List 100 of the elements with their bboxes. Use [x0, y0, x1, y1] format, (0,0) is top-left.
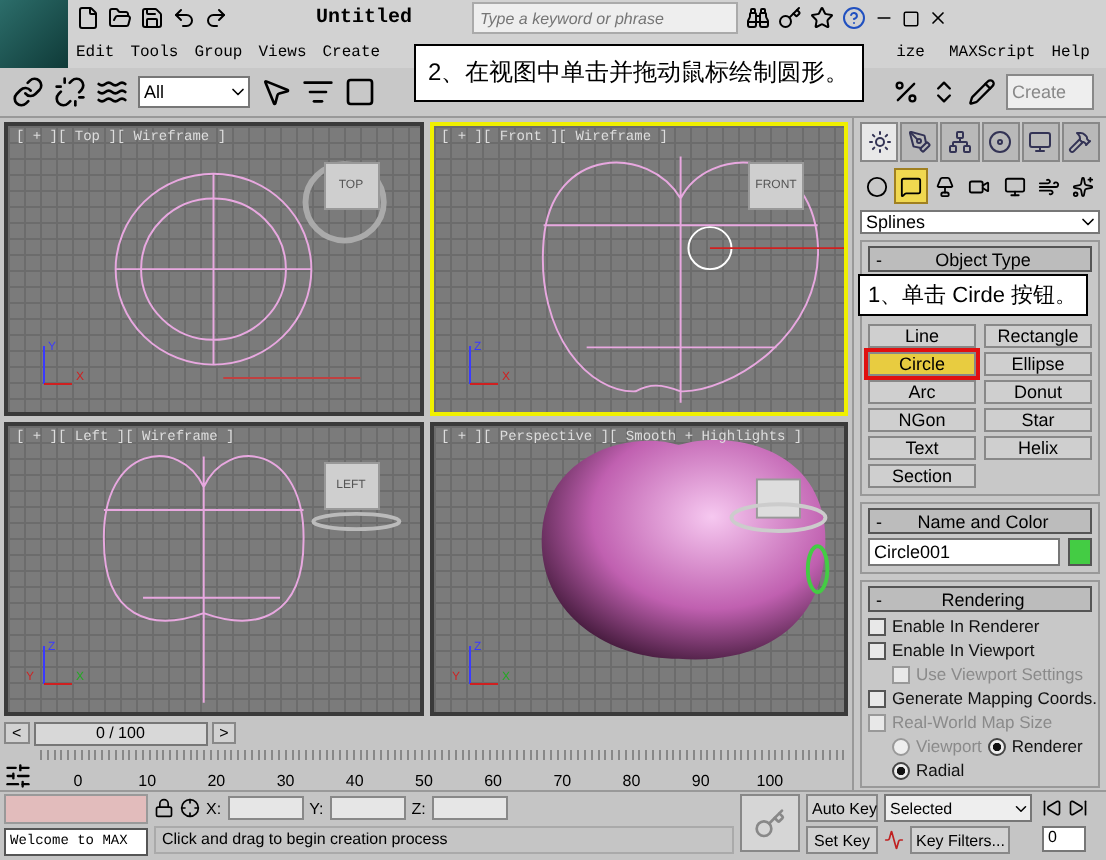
coordinate-mode-icon[interactable]	[180, 798, 200, 818]
callout-note: 1、单击 Cirde 按钮。	[858, 274, 1088, 316]
menu-item[interactable]: Edit	[76, 43, 115, 61]
rollout-header[interactable]: - Name and Color	[868, 508, 1092, 534]
checkbox[interactable]	[868, 689, 886, 707]
coordinate-label: Z:	[411, 799, 426, 817]
unlink-icon[interactable]	[54, 76, 86, 108]
object-type-button[interactable]: NGon	[868, 408, 976, 432]
rollout-header[interactable]: - Object Type	[868, 246, 1092, 272]
previous-frame-button[interactable]: <	[4, 722, 30, 745]
key-mode-dropdown[interactable]: Selected	[884, 794, 1032, 822]
object-type-button[interactable]: Rectangle	[984, 324, 1092, 348]
radio-label: Renderer	[1011, 736, 1083, 756]
undo-icon[interactable]	[172, 6, 196, 30]
radio-button[interactable]	[987, 737, 1006, 755]
object-type-button[interactable]: Circle	[868, 352, 976, 376]
region-icon[interactable]	[344, 76, 376, 108]
object-type-button[interactable]: Star	[984, 408, 1092, 432]
curve-icon[interactable]	[884, 830, 904, 850]
search-field[interactable]: Type a keyword or phrase	[472, 2, 739, 34]
auto-key-button[interactable]: Auto Key	[806, 794, 878, 822]
key-icon[interactable]	[778, 6, 803, 30]
menu-item[interactable]: Create	[322, 43, 381, 61]
menu-item[interactable]: Tools	[130, 43, 179, 61]
coordinate-label: X:	[206, 799, 222, 817]
select-icon[interactable]	[260, 76, 292, 108]
panel-tab[interactable]	[1021, 122, 1060, 162]
menu-item[interactable]: Help	[1051, 43, 1090, 61]
coordinate-field[interactable]	[431, 796, 508, 820]
link-icon[interactable]	[12, 76, 44, 108]
rollout-header[interactable]: - Rendering	[868, 586, 1092, 612]
frame-field[interactable]: 0	[1042, 826, 1086, 852]
coordinate-field[interactable]	[227, 796, 304, 820]
select-by-name-icon[interactable]	[302, 76, 334, 108]
object-type-button[interactable]: Donut	[984, 380, 1092, 404]
checkbox[interactable]	[868, 641, 886, 659]
object-type-button[interactable]: Ellipse	[984, 352, 1092, 376]
panel-tab[interactable]	[860, 122, 899, 162]
go-to-start-icon[interactable]	[1042, 798, 1062, 818]
checkbox-label: Generate Mapping Coords.	[892, 688, 1098, 708]
new-file-icon[interactable]	[76, 6, 100, 30]
hammer-icon	[1068, 130, 1093, 154]
sphere-icon	[865, 175, 888, 197]
tick-label: 20	[205, 772, 228, 790]
checkbox[interactable]	[868, 617, 886, 635]
object-type-button[interactable]: Arc	[868, 380, 976, 404]
redo-icon[interactable]	[204, 6, 228, 30]
panel-tab[interactable]	[981, 122, 1020, 162]
tick-label: 90	[689, 772, 712, 790]
binoculars-icon[interactable]	[746, 6, 771, 30]
star-icon[interactable]	[810, 6, 835, 30]
track-bar-icon[interactable]	[4, 762, 32, 790]
tick-label: 30	[274, 772, 297, 790]
selection-filter-dropdown[interactable]: All	[138, 76, 250, 108]
maximize-icon[interactable]	[902, 9, 921, 27]
radio-button[interactable]	[892, 761, 910, 779]
menu-item[interactable]: ize	[896, 43, 925, 61]
menu-item[interactable]: MAXScript	[948, 43, 1036, 61]
category-dropdown[interactable]: Splines	[860, 210, 1100, 234]
save-icon[interactable]	[140, 6, 164, 30]
radio-label: Viewport	[916, 736, 982, 756]
name-field[interactable]: Circle001	[868, 538, 1060, 566]
tick-label: 100	[754, 772, 786, 790]
coordinate-field[interactable]	[329, 796, 406, 820]
menu-item[interactable]: Group	[194, 43, 243, 61]
radio-label: Radial	[916, 760, 965, 780]
panel-tab[interactable]	[1061, 122, 1101, 162]
percent-snap-icon[interactable]	[892, 78, 920, 106]
callout-note: 2、在视图中单击并拖动鼠标绘制圆形。	[414, 44, 864, 102]
object-type-button[interactable]: Helix	[984, 436, 1092, 460]
object-type-button[interactable]: Section	[868, 464, 976, 488]
help-icon[interactable]	[842, 6, 867, 30]
tick-label: 10	[136, 772, 159, 790]
tick-label: 40	[343, 772, 366, 790]
open-folder-icon[interactable]	[108, 6, 132, 30]
lock-icon[interactable]	[154, 798, 174, 818]
edit-named-selection-icon[interactable]	[968, 78, 996, 106]
tick-label: 60	[482, 772, 505, 790]
go-to-end-icon[interactable]	[1068, 798, 1088, 818]
prompt-text: Click and drag to begin creation process	[154, 826, 734, 854]
waves-icon[interactable]	[96, 76, 128, 108]
sparkle-icon	[1072, 175, 1095, 197]
close-icon[interactable]	[928, 8, 949, 28]
checkbox-label: Real-World Map Size	[892, 712, 1053, 732]
checkbox-label: Enable In Viewport	[892, 640, 1035, 660]
key-filters-button[interactable]: Key Filters...	[910, 826, 1011, 854]
object-type-button[interactable]: Line	[868, 324, 976, 348]
menu-item[interactable]: Views	[258, 43, 307, 61]
pen-icon	[907, 130, 932, 154]
panel-tab[interactable]	[900, 122, 939, 162]
color-swatch[interactable]	[1068, 538, 1092, 566]
time-slider[interactable]: 0 / 100	[33, 722, 208, 747]
disc-icon	[988, 130, 1013, 154]
viewcube-ring-icon	[311, 512, 402, 532]
circle-shape-drawing	[686, 226, 732, 271]
panel-tab[interactable]	[940, 122, 980, 162]
set-key-button[interactable]: Set Key	[806, 826, 878, 854]
object-type-button[interactable]: Text	[868, 436, 976, 460]
category-button[interactable]	[894, 168, 928, 204]
next-frame-button[interactable]: >	[211, 722, 237, 745]
